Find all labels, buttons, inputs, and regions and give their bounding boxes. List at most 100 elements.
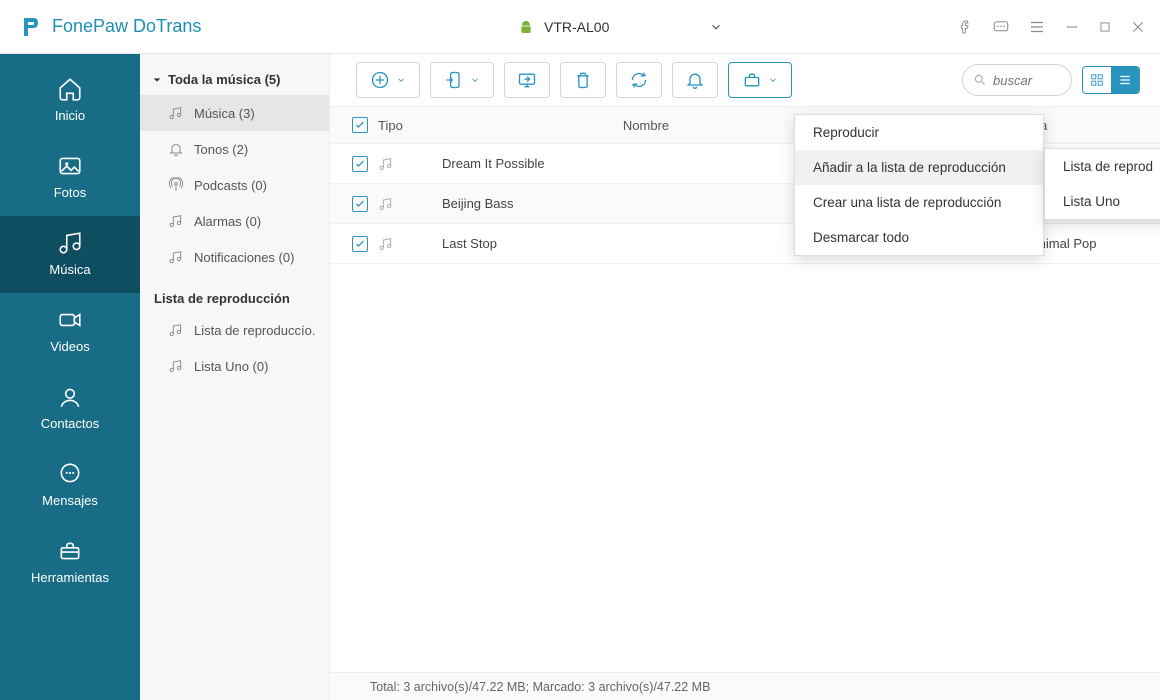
main-panel: Tipo Nombre sta Dream It Possible [330,54,1160,700]
music-note-icon [168,249,184,265]
track-name: Beijing Bass [438,196,850,211]
search-icon [973,73,987,87]
sidebar-item-label: Música (3) [194,106,255,121]
nav-label: Contactos [41,416,100,431]
music-note-icon [168,213,184,229]
row-checkbox[interactable] [352,236,368,252]
sidebar-item-label: Lista Uno (0) [194,359,268,374]
music-note-icon [168,105,184,121]
grid-view-button[interactable] [1083,67,1111,93]
chevron-down-icon [396,75,406,85]
column-header-type[interactable]: Tipo [378,118,438,133]
select-all-checkbox[interactable] [352,117,368,133]
toolbox-icon [742,70,762,90]
nav-label: Herramientas [31,570,109,585]
nav-item-videos[interactable]: Videos [0,293,140,370]
device-selector[interactable]: VTR-AL00 [338,19,958,35]
app-logo-icon [18,15,42,39]
search-box[interactable] [962,64,1072,96]
music-note-icon [168,358,184,374]
caret-down-icon [152,75,162,85]
nav-item-mensajes[interactable]: Mensajes [0,447,140,524]
sidebar-playlist-item[interactable]: Lista de reproduccío. [140,312,329,348]
track-name: Last Stop [438,236,850,251]
track-artist: Animal Pop [1030,236,1160,251]
sidebar-item-label: Notificaciones (0) [194,250,294,265]
nav-label: Música [49,262,90,277]
bell-icon [168,141,184,157]
contacts-icon [57,384,83,410]
ctx-sub-item[interactable]: Lista Uno [1045,184,1160,219]
nav-item-herramientas[interactable]: Herramientas [0,524,140,601]
sidebar-item-podcasts[interactable]: Podcasts (0) [140,167,329,203]
nav-item-fotos[interactable]: Fotos [0,139,140,216]
ctx-item-create-playlist[interactable]: Crear una lista de reproducción [795,185,1043,220]
sidebar-item-label: Alarmas (0) [194,214,261,229]
more-actions-button[interactable] [728,62,792,98]
context-submenu: Lista de reprod Lista Uno [1044,148,1160,220]
set-ringtone-button[interactable] [672,62,718,98]
trash-icon [573,70,593,90]
check-icon [354,238,366,250]
close-icon[interactable] [1130,19,1146,35]
toolbar [330,54,1160,106]
nav-item-inicio[interactable]: Inicio [0,62,140,139]
ctx-item-reproducir[interactable]: Reproducir [795,115,1043,150]
add-button[interactable] [356,62,420,98]
android-icon [518,19,534,35]
export-to-pc-button[interactable] [504,62,550,98]
column-header-name[interactable]: Nombre [438,118,850,133]
sidebar-item-alarmas[interactable]: Alarmas (0) [140,203,329,239]
list-icon [1118,73,1132,87]
export-pc-icon [517,70,537,90]
nav-item-musica[interactable]: Música [0,216,140,293]
ctx-item-add-to-playlist[interactable]: Añadir a la lista de reproducción [795,150,1043,185]
nav-item-contactos[interactable]: Contactos [0,370,140,447]
refresh-button[interactable] [616,62,662,98]
track-name: Dream It Possible [438,156,850,171]
sidebar-item-tonos[interactable]: Tonos (2) [140,131,329,167]
left-nav: Inicio Fotos Música Videos Contactos Men… [0,54,140,700]
maximize-icon[interactable] [1098,20,1112,34]
menu-icon[interactable] [1028,18,1046,36]
export-phone-icon [444,70,464,90]
title-bar: FonePaw DoTrans VTR-AL00 [0,0,1160,54]
check-icon [354,198,366,210]
export-to-device-button[interactable] [430,62,494,98]
messages-icon [57,461,83,487]
list-view-button[interactable] [1111,67,1139,93]
status-bar: Total: 3 archivo(s)/47.22 MB; Marcado: 3… [330,672,1160,700]
view-toggle[interactable] [1082,66,1140,94]
nav-label: Mensajes [42,493,98,508]
ctx-sub-item[interactable]: Lista de reprod [1045,149,1160,184]
sidebar-playlist-item[interactable]: Lista Uno (0) [140,348,329,384]
search-input[interactable] [993,73,1057,88]
delete-button[interactable] [560,62,606,98]
sidebar-header-label: Toda la música (5) [168,72,280,87]
device-name: VTR-AL00 [544,19,609,35]
facebook-icon[interactable] [958,19,974,35]
context-menu: Reproducir Añadir a la lista de reproduc… [794,114,1044,256]
sidebar-item-label: Tonos (2) [194,142,248,157]
sidebar-header[interactable]: Toda la música (5) [140,64,329,95]
toolbox-icon [57,538,83,564]
column-header-artist[interactable]: sta [1030,118,1160,133]
chevron-down-icon [709,20,723,34]
ctx-item-uncheck-all[interactable]: Desmarcar todo [795,220,1043,255]
app-title: FonePaw DoTrans [52,16,201,37]
row-checkbox[interactable] [352,196,368,212]
home-icon [57,76,83,102]
feedback-icon[interactable] [992,18,1010,36]
sidebar-item-label: Lista de reproduccío. [194,323,315,338]
minimize-icon[interactable] [1064,19,1080,35]
row-checkbox[interactable] [352,156,368,172]
nav-label: Inicio [55,108,85,123]
sidebar-item-musica[interactable]: Música (3) [140,95,329,131]
sidebar-item-notificaciones[interactable]: Notificaciones (0) [140,239,329,275]
photo-icon [57,153,83,179]
status-text: Total: 3 archivo(s)/47.22 MB; Marcado: 3… [370,680,710,694]
bell-icon [685,70,705,90]
check-icon [354,158,366,170]
music-icon [57,230,83,256]
check-icon [354,119,366,131]
